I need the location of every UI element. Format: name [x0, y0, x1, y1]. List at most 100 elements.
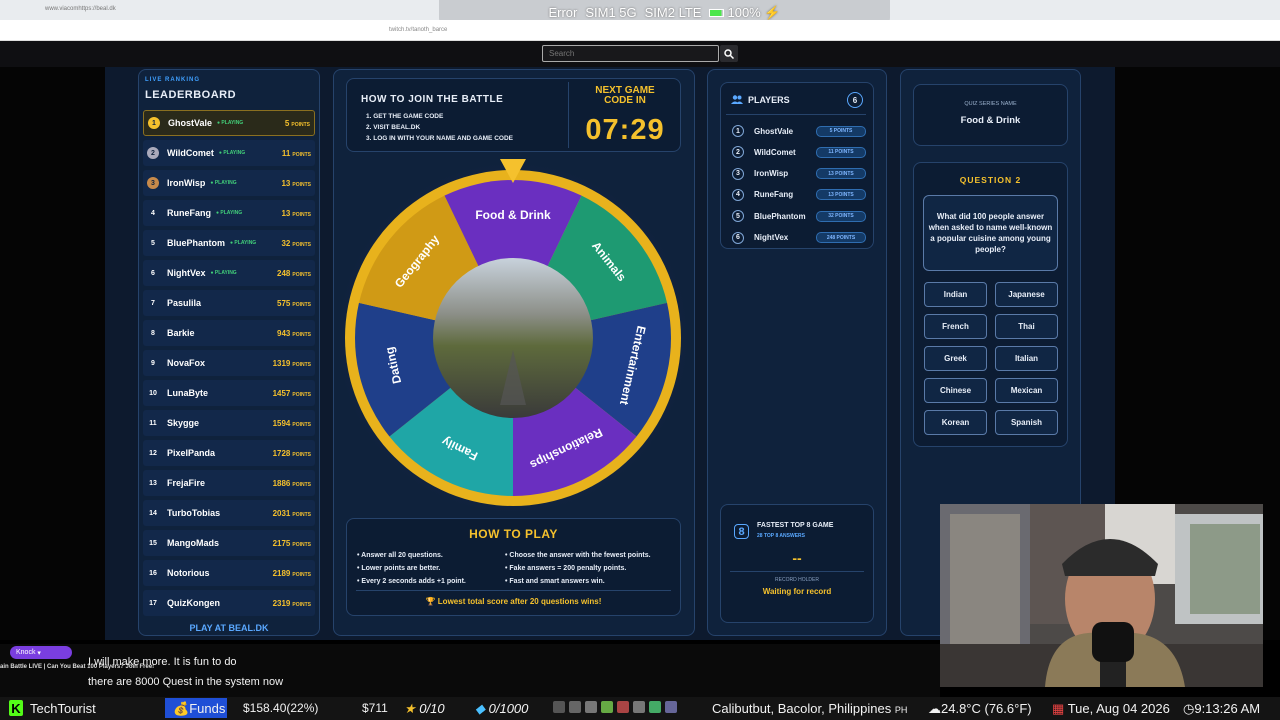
- leaderboard-row: 12 PixelPanda 1728 POINTS: [143, 440, 315, 466]
- error-label: Error: [548, 5, 578, 20]
- ticker-icon: [633, 701, 645, 713]
- leaderboard-row: 2 WildComet ● PLAYING 11 POINTS: [143, 140, 315, 166]
- channel-name: TechTourist: [30, 701, 96, 716]
- points-unit: POINTS: [292, 391, 311, 398]
- chat-message-2: there are 8000 Quest in the system now: [88, 676, 284, 688]
- points-unit: POINTS: [292, 571, 311, 578]
- search-button[interactable]: [720, 45, 738, 62]
- search-input[interactable]: [542, 45, 719, 62]
- ticker-icon: [649, 701, 661, 713]
- player-points: 1319 POINTS: [273, 359, 311, 368]
- leaderboard-row: 5 BluePhantom ● PLAYING 32 POINTS: [143, 230, 315, 256]
- player-name: Skygge: [167, 418, 200, 428]
- player-rank: 2: [732, 146, 744, 159]
- leaderboard-footer[interactable]: PLAY AT BEAL.DK: [138, 623, 320, 633]
- record-holder: Waiting for record: [762, 587, 832, 596]
- answer-option[interactable]: Thai: [995, 314, 1058, 339]
- points-unit: POINTS: [292, 511, 311, 518]
- playing-badge: ● PLAYING: [216, 210, 243, 216]
- knock-button[interactable]: Knock ▾: [10, 646, 72, 659]
- rank-badge: 2: [147, 147, 159, 159]
- tab-url[interactable]: www.viacomhttps://beal.dk: [45, 6, 116, 12]
- country-code: PH: [894, 705, 908, 715]
- points-value: 1728: [272, 448, 291, 458]
- player-points: 32 POINTS: [281, 239, 311, 248]
- leaderboard-row: 14 TurboTobias 2031 POINTS: [143, 500, 315, 526]
- player-row: 2 WildComet 11 POINTS: [726, 144, 866, 160]
- player-name: MangoMads: [167, 538, 220, 548]
- player-points-pill: 32 POINTS: [816, 210, 866, 222]
- points-value: 13: [281, 178, 291, 188]
- record-divider: [730, 571, 864, 572]
- player-name: NightVex: [167, 268, 206, 278]
- points-unit: POINTS: [292, 601, 311, 608]
- star-icon: ★: [404, 701, 416, 716]
- answer-option[interactable]: Korean: [924, 410, 987, 435]
- charging-icon: ⚡: [764, 4, 781, 20]
- users-icon: [731, 95, 743, 104]
- player-rank: 6: [732, 231, 744, 244]
- time-text: ◷9:13:26 AM: [1183, 701, 1260, 717]
- players-divider: [726, 114, 866, 115]
- answer-option[interactable]: Chinese: [924, 378, 987, 403]
- answer-option[interactable]: Mexican: [995, 378, 1058, 403]
- rank-badge: 14: [149, 509, 157, 517]
- record-badge: 8: [734, 524, 749, 539]
- gems-value: 0/1000: [488, 701, 529, 716]
- playing-badge: ● PLAYING: [217, 120, 244, 126]
- points-value: 2175: [272, 538, 291, 548]
- join-step: 1. GET THE GAME CODE: [366, 113, 444, 120]
- player-name: FrejaFire: [167, 478, 206, 488]
- sim1-label: SIM1 5G: [585, 5, 637, 20]
- answer-option[interactable]: Japanese: [995, 282, 1058, 307]
- player-row: 3 IronWisp 13 POINTS: [726, 166, 866, 182]
- points-value: 13: [828, 170, 834, 177]
- trophy-icon: 🏆: [425, 597, 436, 606]
- points-value: 2189: [272, 568, 291, 578]
- rule: Choose the answer with the fewest points…: [509, 552, 651, 559]
- code-timer: 07:29: [585, 114, 665, 146]
- points-value: 248: [277, 268, 291, 278]
- player-points-pill: 248 POINTS: [816, 232, 866, 243]
- answer-option[interactable]: Spanish: [995, 410, 1058, 435]
- gem-icon: ◆: [475, 701, 485, 716]
- series-label: QUIZ SERIES NAME: [964, 101, 1017, 107]
- answer-option[interactable]: French: [924, 314, 987, 339]
- points-value: 32: [281, 238, 291, 248]
- rank-badge: 9: [151, 359, 155, 367]
- player-name: WildComet: [754, 147, 796, 157]
- points-unit: POINTS: [292, 541, 311, 548]
- points-value: 575: [277, 298, 291, 308]
- leaderboard-row: 17 QuizKongen 2319 POINTS: [143, 590, 315, 616]
- points-unit: POINTS: [835, 170, 854, 177]
- rank-badge: 11: [149, 419, 157, 427]
- funds-total: $711: [362, 701, 388, 715]
- rank-badge: 10: [149, 389, 157, 397]
- rule: Lower points are better.: [361, 565, 441, 572]
- points-unit: POINTS: [292, 421, 311, 428]
- player-points: 2031 POINTS: [273, 509, 311, 518]
- player-points: 2189 POINTS: [273, 569, 311, 578]
- funds-icon: 💰: [173, 701, 190, 716]
- weather-value: 24.8°C (76.6°F): [941, 701, 1032, 716]
- player-name: Pasulila: [167, 298, 202, 308]
- address-text[interactable]: twitch.tv/tanoth_barce: [389, 27, 447, 33]
- address-bar[interactable]: [0, 20, 1280, 41]
- points-unit: POINTS: [292, 181, 311, 188]
- points-unit: POINTS: [292, 211, 311, 218]
- location-text: Calibutbut, Bacolor, Philippines PH: [712, 701, 907, 716]
- funds-text: Funds: [189, 701, 226, 716]
- stars-value: 0/10: [419, 701, 445, 716]
- player-name: RuneFang: [754, 190, 794, 200]
- rule: Fast and smart answers win.: [509, 578, 605, 585]
- rule: Answer all 20 questions.: [361, 552, 443, 559]
- answer-option[interactable]: Indian: [924, 282, 987, 307]
- location-name: Calibutbut, Bacolor, Philippines: [712, 701, 892, 716]
- chat-overlay: [0, 644, 940, 697]
- answer-option[interactable]: Greek: [924, 346, 987, 371]
- playing-badge: ● PLAYING: [210, 270, 237, 276]
- answer-option[interactable]: Italian: [995, 346, 1058, 371]
- player-row: 4 RuneFang 13 POINTS: [726, 187, 866, 203]
- rank-badge: 4: [151, 209, 155, 217]
- ticker-icon: [585, 701, 597, 713]
